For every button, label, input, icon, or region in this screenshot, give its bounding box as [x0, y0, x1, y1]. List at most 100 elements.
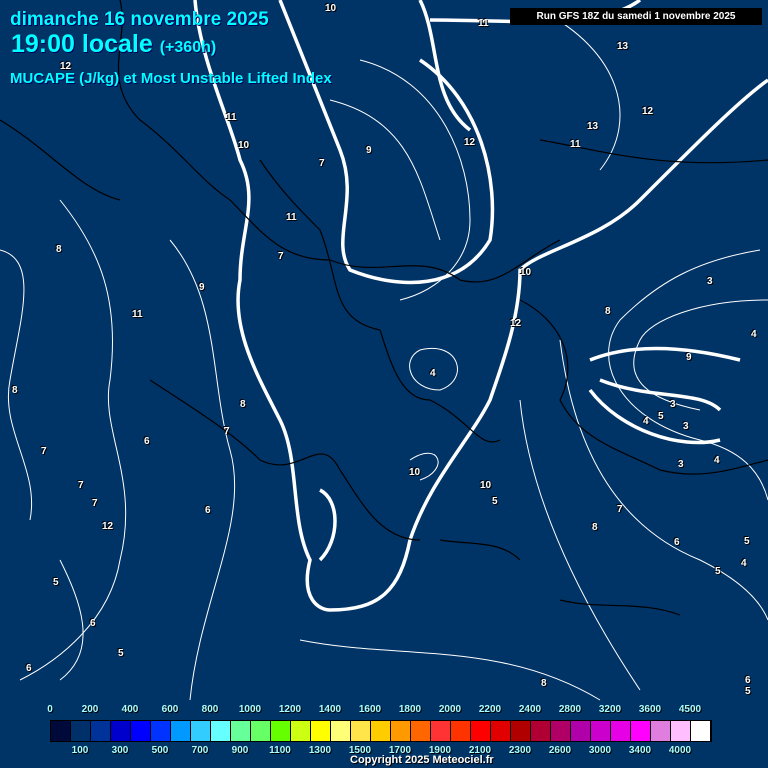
- contour-label: 11: [226, 112, 237, 123]
- legend-swatch: [251, 721, 271, 741]
- forecast-time: 19:00 locale (+360h): [11, 30, 216, 59]
- contour-label: 7: [617, 504, 623, 515]
- contour-label: 10: [325, 3, 337, 14]
- contour-label: 8: [592, 522, 598, 533]
- legend-swatch: [351, 721, 371, 741]
- contour-label: 6: [745, 675, 751, 686]
- contour-label: 12: [102, 521, 114, 532]
- legend-tick-bottom: 1100: [269, 745, 291, 756]
- contour-label: 4: [741, 558, 747, 569]
- legend-swatch: [651, 721, 671, 741]
- legend-tick-bottom: 100: [71, 745, 89, 756]
- legend-tick-bottom: 3400: [628, 745, 652, 756]
- contour-label: 9: [366, 145, 372, 156]
- legend-swatch: [391, 721, 411, 741]
- legend-swatch: [291, 721, 311, 741]
- contour-label: 12: [60, 61, 72, 72]
- legend-swatch: [431, 721, 451, 741]
- contour-label: 3: [683, 421, 689, 432]
- legend-tick-top: 2200: [478, 704, 502, 715]
- contour-label: 7: [224, 426, 230, 437]
- contour-label: 5: [118, 648, 124, 659]
- legend-swatch: [131, 721, 151, 741]
- legend-tick-bottom: 900: [231, 745, 249, 756]
- contour-label: 7: [78, 480, 84, 491]
- contour-label: 12: [642, 106, 654, 117]
- contour-label: 7: [319, 158, 325, 169]
- contour-label: 4: [751, 329, 757, 340]
- contour-label: 4: [714, 455, 720, 466]
- contour-label: 5: [53, 577, 59, 588]
- legend-swatch: [411, 721, 431, 741]
- contour-label: 8: [240, 399, 246, 410]
- contour-label: 3: [670, 399, 676, 410]
- legend-swatch: [671, 721, 691, 741]
- legend-tick-bottom: 2600: [548, 745, 572, 756]
- contour-label: 7: [41, 446, 47, 457]
- contour-label: 7: [92, 498, 98, 509]
- contour-label: 5: [492, 496, 498, 507]
- legend-tick-bottom: 700: [191, 745, 209, 756]
- contour-label: 10: [409, 467, 421, 478]
- forecast-date: dimanche 16 novembre 2025: [10, 9, 269, 30]
- color-legend: [50, 720, 712, 742]
- legend-tick-top: 2000: [438, 704, 462, 715]
- legend-swatch: [371, 721, 391, 741]
- legend-tick-top: 3600: [638, 704, 662, 715]
- legend-tick-top: 1200: [278, 704, 302, 715]
- contour-label: 8: [541, 678, 547, 689]
- legend-swatch: [451, 721, 471, 741]
- contour-label: 9: [199, 282, 205, 293]
- legend-tick-top: 3200: [598, 704, 622, 715]
- legend-swatch: [111, 721, 131, 741]
- legend-swatch: [471, 721, 491, 741]
- legend-tick-bottom: 500: [151, 745, 169, 756]
- copyright: Copyright 2025 Meteociel.fr: [350, 754, 494, 766]
- legend-swatch: [151, 721, 171, 741]
- contour-label: 9: [686, 352, 692, 363]
- contour-label: 5: [744, 536, 750, 547]
- contour-label: 11: [478, 18, 489, 29]
- legend-swatch: [591, 721, 611, 741]
- legend-tick-top: 200: [81, 704, 99, 715]
- legend-swatch: [311, 721, 331, 741]
- legend-tick-top: 1400: [318, 704, 342, 715]
- legend-tick-top: 400: [121, 704, 139, 715]
- legend-tick-bottom: 4000: [668, 745, 692, 756]
- legend-tick-top: 0: [47, 704, 53, 715]
- legend-tick-bottom: 1300: [308, 745, 332, 756]
- contour-label: 8: [605, 306, 611, 317]
- contour-label: 10: [480, 480, 492, 491]
- contour-label: 12: [464, 137, 476, 148]
- legend-tick-top: 1800: [398, 704, 422, 715]
- contour-label: 4: [430, 368, 436, 379]
- contour-label: 10: [238, 140, 250, 151]
- legend-tick-top: 1000: [238, 704, 262, 715]
- map-title: MUCAPE (J/kg) et Most Unstable Lifted In…: [10, 70, 332, 87]
- legend-tick-bottom: 3000: [588, 745, 612, 756]
- contour-label: 5: [715, 566, 721, 577]
- contour-label: 5: [658, 411, 664, 422]
- legend-swatch: [551, 721, 571, 741]
- legend-swatch: [231, 721, 251, 741]
- contour-label: 6: [205, 505, 211, 516]
- legend-swatch: [171, 721, 191, 741]
- legend-tick-bottom: 300: [111, 745, 129, 756]
- contour-label: 5: [745, 686, 751, 697]
- contour-label: 7: [278, 251, 284, 262]
- contour-label: 6: [26, 663, 32, 674]
- contour-label: 6: [674, 537, 680, 548]
- contour-label: 11: [286, 212, 297, 223]
- legend-tick-top: 800: [201, 704, 219, 715]
- legend-tick-top: 4500: [678, 704, 702, 715]
- run-label: Run GFS 18Z du samedi 1 novembre 2025: [510, 8, 762, 25]
- offset-label: (+360h): [159, 39, 217, 56]
- contour-label: 3: [678, 459, 684, 470]
- contour-label: 10: [520, 267, 532, 278]
- legend-tick-top: 2800: [558, 704, 582, 715]
- legend-swatch: [571, 721, 591, 741]
- contour-label: 8: [56, 244, 62, 255]
- legend-swatch: [71, 721, 91, 741]
- legend-swatch: [271, 721, 291, 741]
- contour-label: 11: [132, 309, 143, 320]
